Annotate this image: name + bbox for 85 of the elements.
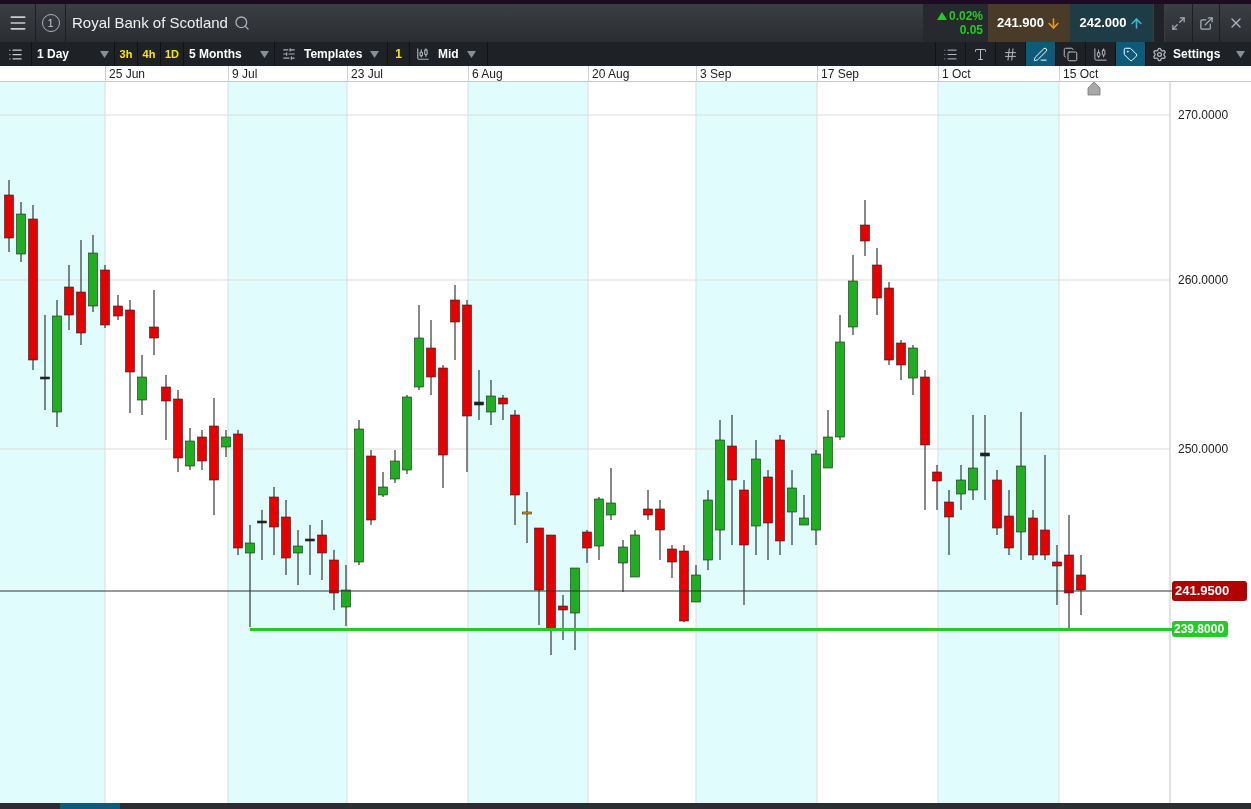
change-value: 0.05 [959, 23, 983, 37]
candlestick [341, 564, 351, 627]
price-tick-label: 250.0000 [1178, 442, 1229, 456]
grid-icon [1003, 46, 1018, 62]
candlestick-icon [416, 47, 430, 61]
candlestick [630, 529, 640, 578]
candlestick [1052, 544, 1062, 606]
candlestick [932, 464, 942, 511]
candlestick [823, 409, 833, 469]
candlestick [558, 594, 568, 641]
list-icon [8, 46, 23, 62]
candlestick [944, 489, 954, 556]
candlestick [643, 489, 653, 521]
date-label: 17 Sep [817, 66, 860, 82]
date-label: 23 Jul [347, 66, 384, 82]
candlestick [197, 429, 207, 471]
expand-icon [1171, 15, 1186, 31]
candlestick [1004, 489, 1014, 556]
search-icon[interactable] [233, 15, 250, 31]
candlestick [486, 379, 496, 426]
candlestick [293, 529, 303, 586]
candlestick [1076, 554, 1086, 616]
candlestick [896, 339, 906, 381]
sliders-icon [282, 47, 296, 61]
change-percent: 0.02% [936, 9, 983, 23]
candlestick [161, 374, 171, 441]
price-tick-label: 260.0000 [1178, 273, 1229, 287]
line-price-label: 239.8000 [1172, 621, 1228, 637]
down-arrow-icon [1046, 15, 1061, 31]
candlestick [390, 449, 400, 484]
date-label: 20 Aug [588, 66, 630, 82]
candlestick [582, 529, 592, 564]
date-label: 25 Jun [105, 66, 146, 82]
candlestick [498, 394, 508, 421]
candlestick [691, 564, 701, 603]
window-title: Royal Bank of Scotland [72, 12, 228, 33]
caret-icon [260, 50, 269, 58]
caret-icon [370, 50, 380, 58]
candlestick [1028, 509, 1038, 561]
bottom-scrollbar[interactable] [0, 803, 1251, 809]
candlestick [137, 354, 147, 416]
caret-icon [466, 50, 476, 58]
candlestick [594, 496, 604, 561]
candlestick [956, 464, 966, 511]
candlestick [269, 486, 279, 556]
caret-icon [1236, 50, 1245, 58]
candlestick [378, 471, 388, 498]
candlestick [317, 519, 327, 581]
chart-tool-button[interactable] [1115, 42, 1145, 66]
candlestick [618, 539, 628, 593]
candlestick [474, 369, 484, 421]
settings-icon [1152, 46, 1167, 62]
candlestick [16, 201, 26, 263]
candlestick [257, 509, 267, 561]
candlestick [113, 294, 123, 321]
up-triangle-icon [936, 12, 947, 20]
candlestick [522, 491, 532, 544]
buy-price-button[interactable]: 242.000 [1070, 4, 1153, 42]
candlestick [606, 467, 616, 521]
sell-price-button[interactable]: 241.900 [988, 4, 1070, 42]
candlestick [992, 469, 1002, 536]
caret-icon [100, 50, 109, 58]
candlestick [908, 344, 918, 396]
candlestick [149, 289, 159, 356]
axis-lines-icon [943, 46, 958, 62]
text-size-icon [973, 46, 988, 62]
candlestick [329, 549, 339, 611]
candlestick [305, 524, 315, 576]
layers-icon [1063, 46, 1078, 62]
chart-tool-button[interactable] [1025, 42, 1055, 66]
candlestick [799, 494, 809, 526]
price-tick-label: 270.0000 [1178, 108, 1229, 122]
candlestick [64, 264, 74, 331]
candlestick [860, 199, 870, 257]
current-price-label: 241.9500 [1172, 581, 1247, 601]
candlestick [221, 429, 231, 458]
candlestick [185, 427, 195, 471]
pencil-icon [1033, 46, 1048, 62]
candlestick [100, 264, 110, 329]
popout-icon [1198, 15, 1214, 31]
candlestick [667, 544, 677, 579]
candlestick [872, 247, 882, 316]
candlestick [655, 499, 665, 561]
tag-icon [1123, 46, 1138, 62]
candlestick-icon [1093, 46, 1108, 62]
